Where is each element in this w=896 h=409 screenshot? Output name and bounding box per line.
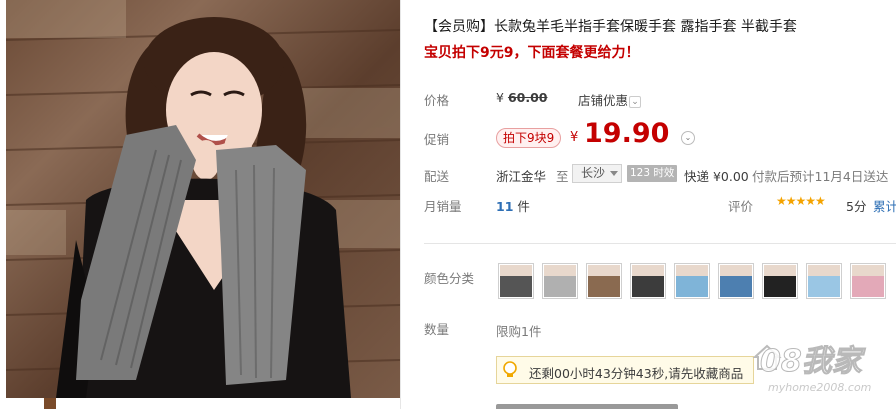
countdown-text: 还剩00小时43分钟43秒,请先收藏商品 [529, 366, 744, 381]
promo-label: 促销 [424, 132, 450, 147]
original-price: ¥ 60.00 [496, 90, 547, 105]
ship-to-label: 至 [556, 169, 569, 184]
original-price-value: 60.00 [507, 90, 548, 105]
color-swatch[interactable] [630, 263, 666, 299]
countdown-notice: 还剩00小时43分钟43秒,请先收藏商品 [496, 356, 754, 384]
thumbnail-marker[interactable] [44, 398, 56, 409]
currency-symbol: ¥ [496, 90, 504, 105]
watermark-url: myhome2008.com [768, 381, 872, 394]
cumulative-reviews-link[interactable]: 累计 [873, 196, 896, 215]
promo-expand-icon[interactable]: ⌄ [681, 131, 695, 145]
color-swatch[interactable] [498, 263, 534, 299]
chevron-down-icon: ⌄ [629, 95, 642, 108]
promo-price: 19.90 [584, 118, 670, 149]
delivery-label: 配送 [424, 169, 450, 184]
sales-unit: 件 [517, 199, 530, 214]
shop-discount-dropdown[interactable]: 店铺优惠 ⌄ [578, 90, 642, 109]
quantity-label: 数量 [424, 322, 450, 337]
buy-button[interactable] [496, 404, 678, 409]
color-swatch[interactable] [674, 263, 710, 299]
section-divider [424, 243, 896, 244]
ship-origin: 浙江金华 [496, 169, 547, 184]
promo-badge: 拍下9块9 [496, 128, 562, 148]
shop-discount-label: 店铺优惠 [578, 93, 629, 108]
city-value: 长沙 [581, 166, 606, 180]
monthly-sales-label: 月销量 [424, 199, 462, 214]
destination-city-select[interactable]: 长沙 [572, 164, 622, 183]
color-swatch[interactable] [850, 263, 886, 299]
product-detail-page: 【会员购】长款兔羊毛半指手套保暖手套 露指手套 半截手套 宝贝拍下9元9，下面套… [0, 0, 896, 409]
product-subtitle: 宝贝拍下9元9，下面套餐更给力！ [424, 45, 640, 61]
purchase-limit: 限购1件 [496, 324, 542, 339]
delivery-estimate: 付款后预计11月4日送达 [752, 169, 889, 184]
color-swatches [498, 263, 886, 299]
color-swatch[interactable] [542, 263, 578, 299]
divider [400, 0, 401, 409]
watermark-brand: 08我家 [760, 344, 863, 380]
dropdown-arrow-icon [610, 171, 618, 176]
watermark: 08我家 myhome2008.com [752, 336, 896, 406]
sales-count: 11 [496, 199, 514, 214]
price-label: 价格 [424, 93, 450, 108]
product-main-image[interactable] [6, 0, 400, 398]
color-swatch[interactable] [586, 263, 622, 299]
shipping-fee: 快递 ¥0.00 [684, 169, 749, 184]
color-label: 颜色分类 [424, 271, 475, 286]
rating-stars: ★★★★★ [776, 194, 826, 208]
color-swatch[interactable] [762, 263, 798, 299]
color-swatch[interactable] [718, 263, 754, 299]
rating-label: 评价 [728, 199, 754, 214]
rating-score: 5分 [846, 199, 867, 214]
delivery-time-badge: 123 时效 [627, 165, 678, 182]
monthly-sales: 11 件 [496, 196, 530, 215]
lightbulb-icon [503, 361, 517, 377]
promo-currency: ¥ [570, 130, 579, 145]
color-swatch[interactable] [806, 263, 842, 299]
product-title: 【会员购】长款兔羊毛半指手套保暖手套 露指手套 半截手套 [424, 19, 797, 35]
